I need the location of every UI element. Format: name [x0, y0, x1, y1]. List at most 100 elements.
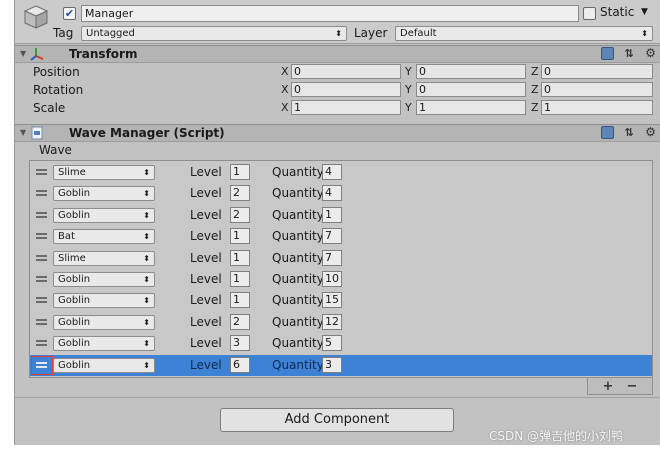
presets-sliders-icon[interactable]: ⇅	[623, 126, 636, 139]
axis-y-label[interactable]: Y	[405, 101, 412, 114]
updown-arrow-icon: ⬍	[641, 29, 648, 38]
quantity-field[interactable]: 3	[322, 356, 342, 373]
drag-handle-icon[interactable]	[36, 211, 47, 218]
help-book-icon[interactable]	[601, 126, 614, 139]
scale-y-field[interactable]: 1	[416, 100, 526, 115]
level-field[interactable]: 1	[230, 164, 250, 180]
wave-row[interactable]: Slime ⬍ Level 1 Quantity 7	[30, 248, 652, 269]
wave-manager-title: Wave Manager (Script)	[69, 126, 225, 140]
axis-x-label[interactable]: X	[281, 65, 289, 78]
gear-icon[interactable]: ⚙	[644, 126, 657, 139]
axis-y-label[interactable]: Y	[405, 83, 412, 96]
drag-handle-icon[interactable]	[36, 340, 47, 347]
quantity-field[interactable]: 10	[322, 271, 342, 287]
quantity-label: Quantity	[272, 229, 324, 244]
quantity-field[interactable]: 15	[322, 292, 342, 309]
add-component-button[interactable]: Add Component	[220, 408, 454, 432]
wave-row[interactable]: Goblin ⬍ Level 6 Quantity 3	[30, 354, 652, 376]
enemy-type-dropdown[interactable]: Goblin ⬍	[53, 186, 155, 202]
quantity-field[interactable]: 4	[322, 185, 342, 202]
fold-arrow-icon[interactable]: ▼	[20, 128, 26, 137]
enemy-type-dropdown[interactable]: Slime ⬍	[53, 165, 155, 180]
axis-z-label[interactable]: Z	[531, 101, 539, 114]
gear-icon[interactable]: ⚙	[644, 47, 657, 60]
wave-row[interactable]: Goblin ⬍ Level 1 Quantity 15	[30, 290, 652, 311]
enemy-type-dropdown[interactable]: Goblin ⬍	[53, 293, 155, 309]
axis-z-label[interactable]: Z	[531, 65, 539, 78]
scale-z-field[interactable]: 1	[541, 100, 653, 115]
drag-handle-icon[interactable]	[36, 233, 47, 240]
enemy-type-dropdown[interactable]: Bat ⬍	[53, 229, 155, 245]
level-label: Level	[190, 336, 222, 351]
wave-row[interactable]: Goblin ⬍ Level 2 Quantity 4	[30, 183, 652, 204]
help-book-icon[interactable]	[601, 47, 614, 60]
enemy-type-dropdown[interactable]: Slime ⬍	[53, 250, 155, 266]
drag-handle-icon[interactable]	[36, 297, 47, 304]
gameobject-cube-icon	[23, 5, 49, 29]
drag-handle-icon[interactable]	[36, 318, 47, 325]
wave-row[interactable]: Goblin ⬍ Level 3 Quantity 5	[30, 333, 652, 354]
level-field[interactable]: 1	[230, 271, 250, 287]
level-field[interactable]: 2	[230, 206, 250, 223]
level-field[interactable]: 2	[230, 313, 250, 330]
wave-row[interactable]: Goblin ⬍ Level 2 Quantity 12	[30, 312, 652, 333]
axis-x-label[interactable]: X	[281, 101, 289, 114]
add-element-button[interactable]: +	[598, 380, 618, 394]
transform-header[interactable]: ▼ Transform ⇅ ⚙	[15, 45, 660, 63]
remove-element-button[interactable]: −	[622, 380, 642, 394]
wave-row[interactable]: Goblin ⬍ Level 1 Quantity 10	[30, 269, 652, 290]
layer-dropdown[interactable]: Default ⬍	[395, 26, 653, 41]
level-field[interactable]: 6	[230, 356, 250, 373]
level-label: Level	[190, 229, 222, 244]
fold-arrow-icon[interactable]: ▼	[20, 49, 26, 58]
enemy-type-dropdown[interactable]: Goblin ⬍	[53, 272, 155, 287]
level-label: Level	[190, 165, 222, 179]
tag-value: Untagged	[86, 28, 135, 39]
static-checkbox[interactable]	[583, 7, 596, 20]
drag-handle-icon[interactable]	[36, 190, 47, 197]
position-y-field[interactable]: 0	[416, 64, 526, 79]
quantity-field[interactable]: 1	[322, 206, 342, 223]
position-x-field[interactable]: 0	[291, 64, 401, 79]
wave-row[interactable]: Slime ⬍ Level 1 Quantity 4	[30, 162, 652, 183]
enemy-type-value: Goblin	[58, 359, 91, 371]
level-field[interactable]: 1	[230, 249, 250, 266]
level-field[interactable]: 1	[230, 292, 250, 309]
enemy-type-dropdown[interactable]: Goblin ⬍	[53, 357, 155, 373]
enemy-type-dropdown[interactable]: Goblin ⬍	[53, 314, 155, 330]
drag-handle-icon[interactable]	[36, 254, 47, 261]
wave-row[interactable]: Bat ⬍ Level 1 Quantity 7	[30, 226, 652, 247]
wave-row[interactable]: Goblin ⬍ Level 2 Quantity 1	[30, 205, 652, 226]
rotation-z-field[interactable]: 0	[541, 82, 653, 97]
presets-sliders-icon[interactable]: ⇅	[623, 47, 636, 60]
enemy-type-dropdown[interactable]: Goblin ⬍	[53, 336, 155, 352]
static-dropdown-arrow-icon[interactable]: ▼	[641, 5, 648, 20]
drag-handle-icon[interactable]	[36, 361, 47, 368]
quantity-field[interactable]: 4	[322, 164, 342, 180]
rotation-x-field[interactable]: 0	[291, 82, 401, 97]
axis-x-label[interactable]: X	[281, 83, 289, 96]
object-name-input[interactable]: Manager	[81, 5, 579, 22]
active-checkbox[interactable]: ✔	[63, 7, 76, 20]
drag-handle-icon[interactable]	[36, 276, 47, 282]
level-label: Level	[190, 250, 222, 265]
drag-handle-icon[interactable]	[36, 169, 47, 175]
updown-arrow-icon: ⬍	[143, 339, 150, 349]
enemy-type-dropdown[interactable]: Goblin ⬍	[53, 207, 155, 223]
level-field[interactable]: 1	[230, 228, 250, 245]
inspector-panel: ✔ Manager Static ▼ Tag Untagged ⬍ Layer …	[14, 0, 660, 445]
scale-x-field[interactable]: 1	[291, 100, 401, 115]
rotation-y-field[interactable]: 0	[416, 82, 526, 97]
position-z-field[interactable]: 0	[541, 64, 653, 79]
quantity-label: Quantity	[272, 336, 324, 351]
axis-z-label[interactable]: Z	[531, 83, 539, 96]
quantity-field[interactable]: 7	[322, 249, 342, 266]
quantity-field[interactable]: 7	[322, 228, 342, 245]
quantity-field[interactable]: 12	[322, 313, 342, 330]
level-field[interactable]: 2	[230, 185, 250, 202]
wave-manager-header[interactable]: ▼ Wave Manager (Script) ⇅ ⚙	[15, 124, 660, 142]
axis-y-label[interactable]: Y	[405, 65, 412, 78]
quantity-field[interactable]: 5	[322, 335, 342, 352]
level-field[interactable]: 3	[230, 335, 250, 352]
tag-dropdown[interactable]: Untagged ⬍	[81, 26, 347, 41]
